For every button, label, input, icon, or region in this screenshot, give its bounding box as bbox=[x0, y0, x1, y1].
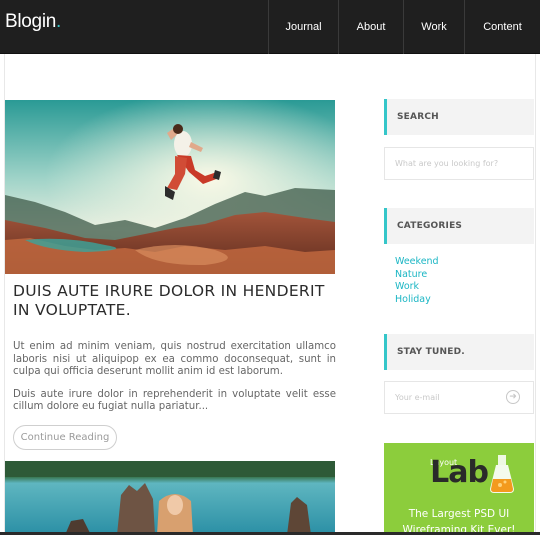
categories-list: Weekend Nature Work Holiday bbox=[395, 256, 439, 306]
search-input[interactable]: What are you looking for? bbox=[384, 147, 534, 180]
post-title[interactable]: DUIS AUTE IRURE DOLOR IN HENDERIT IN VOL… bbox=[13, 282, 339, 320]
stay-tuned-heading: STAY TUNED. bbox=[384, 334, 534, 370]
nav-work[interactable]: Work bbox=[403, 0, 464, 54]
category-link-nature[interactable]: Nature bbox=[395, 269, 439, 282]
ad-tagline: The Largest PSD UI Wireframing Kit Ever! bbox=[384, 506, 534, 535]
layout-lab-ad-banner[interactable]: Layout Lab The Largest PSD UI Wireframin… bbox=[384, 443, 534, 535]
arrow-right-circle-icon[interactable]: ➜ bbox=[506, 390, 520, 404]
nav-content[interactable]: Content bbox=[464, 0, 540, 54]
post-paragraph-1: Ut enim ad minim veniam, quis nostrud ex… bbox=[13, 341, 336, 378]
post-paragraph-2: Duis aute irure dolor in reprehenderit i… bbox=[13, 388, 336, 413]
main-nav: Journal About Work Content bbox=[268, 0, 540, 54]
post-excerpt: Ut enim ad minim veniam, quis nostrud ex… bbox=[13, 341, 336, 424]
category-link-holiday[interactable]: Holiday bbox=[395, 294, 439, 307]
top-navigation-bar: Blogin. Journal About Work Content bbox=[0, 0, 540, 54]
nav-about[interactable]: About bbox=[338, 0, 403, 54]
ad-tagline-line-1: The Largest PSD UI bbox=[408, 508, 510, 520]
category-link-work[interactable]: Work bbox=[395, 281, 439, 294]
second-post-image[interactable] bbox=[5, 461, 335, 535]
category-link-weekend[interactable]: Weekend bbox=[395, 256, 439, 269]
categories-heading: CATEGORIES bbox=[384, 208, 534, 244]
post-featured-image[interactable] bbox=[5, 100, 335, 274]
search-heading: SEARCH bbox=[384, 99, 534, 135]
logo[interactable]: Blogin. bbox=[5, 11, 61, 33]
nav-journal[interactable]: Journal bbox=[268, 0, 338, 54]
continue-reading-button[interactable]: Continue Reading bbox=[13, 425, 117, 450]
flask-icon bbox=[490, 455, 514, 493]
